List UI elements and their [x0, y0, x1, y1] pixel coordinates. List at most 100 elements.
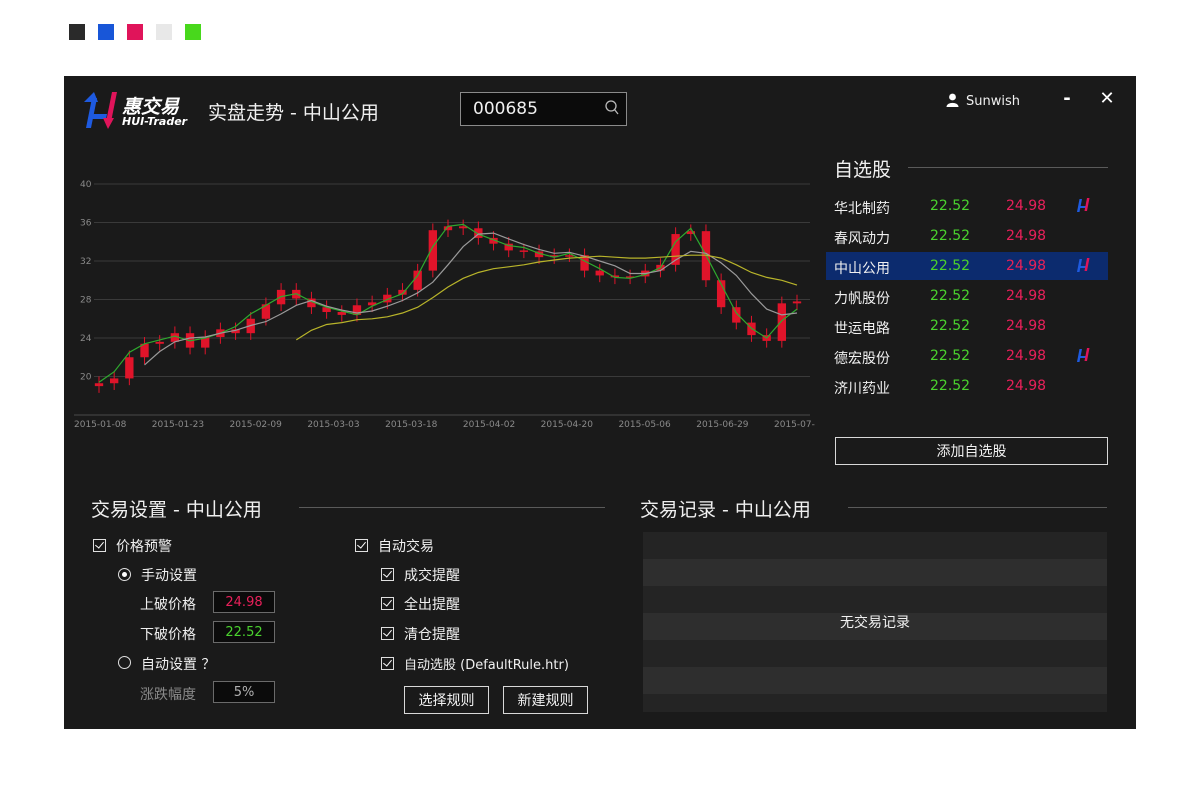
chart-candle: [777, 303, 786, 341]
chart-x-tick-label: 2015-01-23: [152, 420, 204, 430]
price-chart: 40 36 32 28 24 20 2015-01-08 2015-01-23 2015-02-…: [74, 180, 815, 430]
chart-x-tick-label: 2015-05-06: [618, 420, 671, 430]
watchlist-high-price: 24.98: [1006, 258, 1047, 274]
chart-candle: [519, 250, 529, 252]
watchlist-divider: [908, 167, 1108, 168]
watchlist-low-price: 22.52: [930, 348, 971, 364]
price-alert-label: 价格预警: [116, 539, 172, 555]
range-input[interactable]: 5%: [213, 681, 275, 703]
auto-setting-label: 自动设置 ？: [141, 657, 216, 673]
chart-x-tick-label: 2015-03-03: [307, 420, 359, 430]
settings-divider: [299, 507, 605, 508]
chart-candle: [732, 307, 741, 323]
app-window: 惠交易 HUI-Trader 实盘走势 - 中山公用 Sunwish - ✕ 4…: [64, 76, 1136, 729]
minimize-button[interactable]: -: [1058, 90, 1076, 108]
auto-pick-label: 自动选股 (DefaultRule.htr): [404, 658, 569, 673]
watchlist-high-price: 24.98: [1006, 348, 1047, 364]
new-rule-button[interactable]: 新建规则: [503, 686, 588, 714]
chart-y-tick-label: 40: [80, 180, 92, 190]
watchlist-item[interactable]: 济川药业 22.52 24.98: [826, 372, 1108, 400]
swatch-blue: [98, 24, 114, 40]
watchlist-stock-name: 世运电路: [834, 321, 890, 337]
records-empty-message: 无交易记录: [840, 615, 910, 631]
chart-x-tick-label: 2015-04-02: [463, 420, 515, 430]
watchlist-low-price: 22.52: [930, 228, 971, 244]
auto-pick-checkbox[interactable]: [381, 657, 394, 670]
stock-code-input[interactable]: [461, 93, 603, 125]
chart-x-tick-label: 2015-04-20: [541, 420, 594, 430]
chart-x-tick-label: 2015-06-29: [696, 420, 749, 430]
watchlist-low-price: 22.52: [930, 378, 971, 394]
logo-subtext: HUI-Trader: [122, 115, 188, 128]
records-row: [643, 640, 1107, 667]
watchlist-high-price: 24.98: [1006, 228, 1047, 244]
watchlist-stock-name: 济川药业: [834, 381, 890, 397]
stock-search-box: [460, 92, 627, 126]
chart-y-tick-label: 24: [80, 334, 92, 344]
watchlist-low-price: 22.52: [930, 318, 971, 334]
records-title: 交易记录 - 中山公用: [640, 499, 811, 521]
clear-alert-checkbox[interactable]: [381, 627, 394, 640]
hui-flag-icon[interactable]: [1076, 257, 1090, 273]
auto-setting-radio[interactable]: [118, 656, 131, 669]
watchlist-item[interactable]: 春风动力 22.52 24.98: [826, 222, 1108, 250]
add-watchlist-button[interactable]: 添加自选股: [835, 437, 1108, 465]
watchlist-item[interactable]: 中山公用 22.52 24.98: [826, 252, 1108, 280]
chart-x-tick-label: 2015-01-08: [74, 420, 127, 430]
swatch-dark: [69, 24, 85, 40]
chart-candle: [595, 270, 604, 276]
upper-price-input[interactable]: 24.98: [213, 591, 275, 613]
hui-flag-icon[interactable]: [1076, 197, 1090, 213]
records-table: 无交易记录: [643, 532, 1107, 712]
chart-candle: [125, 357, 134, 379]
upper-price-label: 上破价格: [140, 597, 196, 613]
username: Sunwish: [966, 94, 1020, 109]
lower-price-input[interactable]: 22.52: [213, 621, 275, 643]
hui-flag-icon[interactable]: [1076, 347, 1090, 363]
watchlist-title: 自选股: [834, 159, 892, 181]
watchlist-high-price: 24.98: [1006, 198, 1047, 214]
records-row: [643, 532, 1107, 559]
manual-setting-radio[interactable]: [118, 568, 131, 581]
logo-icon: [84, 92, 117, 129]
deal-alert-checkbox[interactable]: [381, 568, 394, 581]
chart-candle: [413, 270, 422, 290]
watchlist-item[interactable]: 华北制药 22.52 24.98: [826, 192, 1108, 220]
watchlist-high-price: 24.98: [1006, 288, 1047, 304]
chart-y-tick-label: 20: [80, 373, 92, 383]
chart-ma-line: [98, 223, 798, 383]
user-icon: [946, 93, 959, 107]
chart-x-tick-label: 2015-03-18: [385, 420, 438, 430]
chart-x-tick-label: 2015-02-09: [230, 420, 283, 430]
watchlist-item[interactable]: 世运电路 22.52 24.98: [826, 312, 1108, 340]
clear-alert-label: 清仓提醒: [404, 627, 460, 643]
close-button[interactable]: ✕: [1098, 90, 1116, 108]
deal-alert-label: 成交提醒: [404, 568, 460, 584]
user-account[interactable]: Sunwish: [946, 93, 1020, 109]
manual-setting-label: 手动设置: [141, 568, 197, 584]
chart-y-tick-label: 36: [80, 219, 92, 229]
chart-candle: [94, 383, 104, 387]
watchlist-item[interactable]: 力帆股份 22.52 24.98: [826, 282, 1108, 310]
watchlist-stock-name: 德宏股份: [834, 351, 890, 367]
swatch-light-gray: [156, 24, 172, 40]
search-icon[interactable]: [602, 99, 620, 117]
settings-title: 交易设置 - 中山公用: [91, 499, 262, 521]
chart-x-tick-label: 2015-07-: [774, 420, 815, 430]
auto-trade-label: 自动交易: [378, 539, 434, 555]
choose-rule-button[interactable]: 选择规则: [404, 686, 489, 714]
auto-trade-checkbox[interactable]: [355, 539, 368, 552]
chart-candle: [337, 312, 346, 315]
chart-candle: [110, 378, 119, 384]
price-alert-checkbox[interactable]: [93, 539, 106, 552]
watchlist-stock-name: 力帆股份: [834, 291, 890, 307]
range-label: 涨跌幅度: [140, 687, 196, 703]
sellall-alert-checkbox[interactable]: [381, 597, 394, 610]
watchlist-stock-name: 中山公用: [834, 261, 890, 277]
watchlist-item[interactable]: 德宏股份 22.52 24.98: [826, 342, 1108, 370]
records-row: [643, 694, 1107, 712]
records-divider: [848, 507, 1107, 508]
watchlist-stock-name: 华北制药: [834, 201, 890, 217]
records-row: [643, 559, 1107, 586]
watchlist-high-price: 24.98: [1006, 378, 1047, 394]
